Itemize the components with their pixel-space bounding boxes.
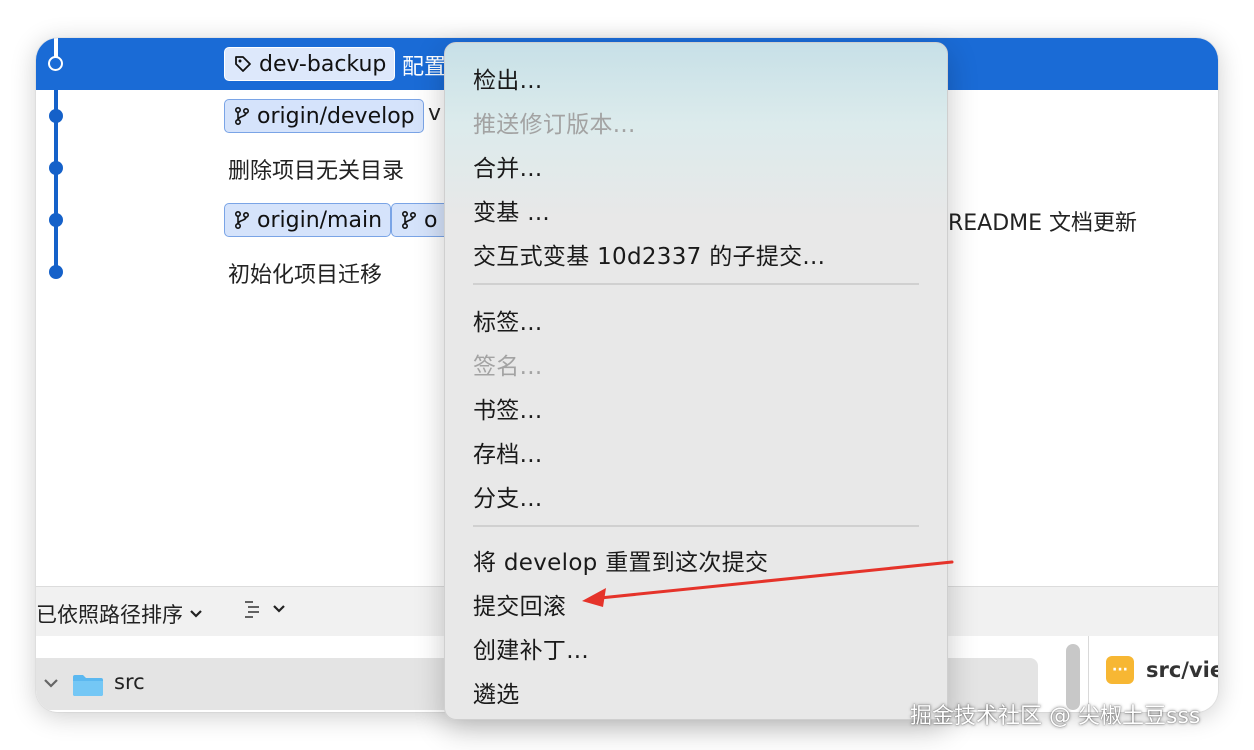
menu-item-branch[interactable]: 分支...: [473, 479, 542, 513]
menu-item-archive[interactable]: 存档...: [473, 435, 542, 469]
graph-node: [49, 109, 63, 123]
sort-label: 已依照路径排序: [36, 603, 183, 627]
context-menu: 检出... 推送修订版本... 合并... 变基 ... 交互式变基 10d23…: [444, 42, 948, 720]
graph-node: [49, 265, 63, 279]
file-badge: ···: [1112, 662, 1128, 678]
branch-icon: [401, 210, 417, 230]
menu-item-create-patch[interactable]: 创建补丁...: [473, 631, 589, 665]
menu-item-merge[interactable]: 合并...: [473, 149, 542, 183]
chevron-down-icon: [190, 610, 202, 618]
sort-dropdown[interactable]: 已依照路径排序: [36, 599, 203, 629]
menu-item-rebase[interactable]: 变基 ...: [473, 193, 550, 227]
branch-icon: [234, 106, 250, 126]
menu-separator: [473, 525, 919, 527]
commit-message: 删除项目无关目录: [228, 159, 405, 184]
chevron-down-icon[interactable]: [40, 672, 62, 694]
menu-item-revert-commit[interactable]: 提交回滚: [473, 587, 566, 621]
chevron-down-icon: [273, 605, 285, 613]
menu-item-cherry-pick[interactable]: 遴选: [473, 675, 520, 709]
branch-label[interactable]: origin/develop: [224, 99, 424, 133]
branch-name: origin/develop: [257, 103, 415, 129]
graph-node: [49, 213, 63, 227]
branch-name: origin/main: [257, 207, 383, 233]
watermark: 掘金技术社区 @ 尖椒土豆sss: [910, 704, 1201, 729]
menu-item-reset[interactable]: 将 develop 重置到这次提交: [473, 543, 768, 577]
graph-node: [48, 56, 63, 71]
view-mode-dropdown[interactable]: [242, 599, 286, 619]
branch-icon: [234, 210, 250, 230]
menu-item-tag[interactable]: 标签...: [473, 303, 542, 337]
file-path: src/vie: [1146, 658, 1218, 682]
menu-item-checkout[interactable]: 检出...: [473, 61, 542, 95]
tag-name: dev-backup: [259, 51, 387, 77]
commit-message: v: [428, 101, 442, 126]
tag-label[interactable]: dev-backup: [224, 47, 396, 81]
commit-message: README 文档更新: [948, 211, 1138, 236]
branch-name: o: [424, 207, 438, 233]
commit-message: 初始化项目迁移: [228, 263, 383, 288]
tag-icon: [235, 56, 251, 72]
graph-node: [49, 161, 63, 175]
menu-item-sign[interactable]: 签名...: [473, 347, 542, 381]
folder-icon: [73, 675, 103, 696]
file-header: ··· src/vie: [1106, 656, 1218, 684]
folder-name: src: [114, 670, 145, 694]
commit-message: 配置: [402, 55, 447, 80]
menu-item-push-revision[interactable]: 推送修订版本...: [473, 105, 636, 139]
menu-item-interactive-rebase[interactable]: 交互式变基 10d2337 的子提交...: [473, 237, 825, 271]
file-type-icon: ···: [1106, 656, 1134, 684]
branch-label[interactable]: origin/main: [224, 203, 392, 237]
branch-label[interactable]: o: [391, 203, 451, 237]
list-indent-icon: [245, 601, 259, 618]
menu-separator: [473, 283, 919, 285]
menu-item-bookmark[interactable]: 书签...: [473, 391, 542, 425]
